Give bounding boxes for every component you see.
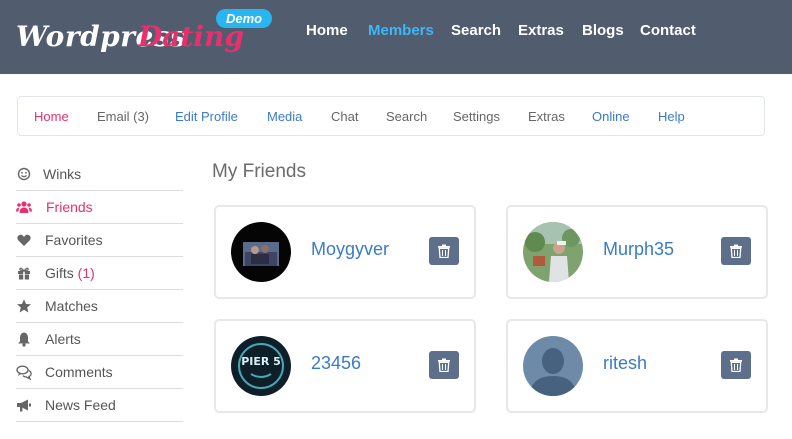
subnav-home[interactable]: Home: [34, 109, 69, 124]
page-title: My Friends: [212, 161, 306, 182]
friend-name-link[interactable]: ritesh: [603, 353, 647, 374]
subnav-chat[interactable]: Chat: [331, 109, 358, 124]
friend-name-link[interactable]: Murph35: [603, 239, 674, 260]
sidebar-item-label: News Feed: [45, 397, 116, 413]
bullhorn-icon: [17, 399, 31, 412]
smiley-icon: [17, 167, 31, 181]
friend-name-link[interactable]: 23456: [311, 353, 361, 374]
sidebar-item-winks[interactable]: Winks: [16, 158, 183, 191]
delete-friend-button[interactable]: [721, 237, 751, 265]
topnav-contact[interactable]: Contact: [640, 22, 696, 39]
star-icon: [17, 299, 31, 313]
topnav-extras[interactable]: Extras: [518, 22, 564, 39]
subnav-online[interactable]: Online: [592, 109, 630, 124]
subnav-edit-profile[interactable]: Edit Profile: [175, 109, 238, 124]
friend-avatar[interactable]: PIER 5: [231, 336, 291, 396]
topnav-blogs[interactable]: Blogs: [582, 22, 624, 39]
sidebar-item-gifts-label: Gifts: [45, 265, 74, 281]
topnav-home[interactable]: Home: [306, 22, 348, 39]
sidebar-item-favorites[interactable]: Favorites: [16, 224, 183, 257]
heart-icon: [17, 234, 31, 246]
friend-avatar[interactable]: [231, 222, 291, 282]
gift-icon: [18, 267, 30, 280]
sidebar-item-label: Matches: [45, 298, 98, 314]
sidebar-item-friends[interactable]: Friends: [16, 191, 183, 224]
topnav-search[interactable]: Search: [451, 22, 501, 39]
trash-icon: [438, 358, 450, 372]
friend-card: Murph35: [506, 205, 768, 299]
sidebar-item-label: Comments: [45, 364, 113, 380]
sidebar-item-label: Gifts (1): [45, 265, 95, 281]
sidebar-item-alerts[interactable]: Alerts: [16, 323, 183, 356]
avatar-text: PIER 5: [241, 355, 281, 368]
sidebar-item-label: Alerts: [45, 331, 81, 347]
delete-friend-button[interactable]: [429, 351, 459, 379]
bell-icon: [18, 332, 30, 347]
trash-icon: [438, 244, 450, 258]
trash-icon: [730, 244, 742, 258]
comments-icon: [16, 365, 32, 380]
subnav-search[interactable]: Search: [386, 109, 427, 124]
sidebar-item-gifts[interactable]: Gifts (1): [16, 257, 183, 290]
trash-icon: [730, 358, 742, 372]
subnav-email[interactable]: Email (3): [97, 109, 149, 124]
sidebar-item-comments[interactable]: Comments: [16, 356, 183, 389]
sidebar-item-matches[interactable]: Matches: [16, 290, 183, 323]
delete-friend-button[interactable]: [721, 351, 751, 379]
subnav-help[interactable]: Help: [658, 109, 685, 124]
delete-friend-button[interactable]: [429, 237, 459, 265]
sidebar-item-news-feed[interactable]: News Feed: [16, 389, 183, 422]
gifts-count-badge: (1): [77, 265, 95, 281]
friend-card: Moygyver: [214, 205, 476, 299]
topnav-members[interactable]: Members: [368, 22, 434, 39]
friend-avatar[interactable]: [523, 222, 583, 282]
friend-name-link[interactable]: Moygyver: [311, 239, 389, 260]
sidebar-item-label: Winks: [43, 166, 82, 182]
subnav-settings[interactable]: Settings: [453, 109, 500, 124]
subnav-extras[interactable]: Extras: [528, 109, 565, 124]
friend-card: ritesh: [506, 319, 768, 413]
friend-card: PIER 5 23456: [214, 319, 476, 413]
friend-avatar[interactable]: [523, 336, 583, 396]
demo-badge: Demo: [216, 9, 273, 28]
site-header: Wordpress Dating Demo Home Members Searc…: [0, 0, 792, 74]
users-icon: [16, 201, 32, 213]
account-subnav: Home Email (3) Edit Profile Media Chat S…: [17, 96, 765, 136]
subnav-media[interactable]: Media: [267, 109, 302, 124]
sidebar-item-label: Friends: [46, 199, 93, 215]
sidebar-item-label: Favorites: [45, 232, 103, 248]
